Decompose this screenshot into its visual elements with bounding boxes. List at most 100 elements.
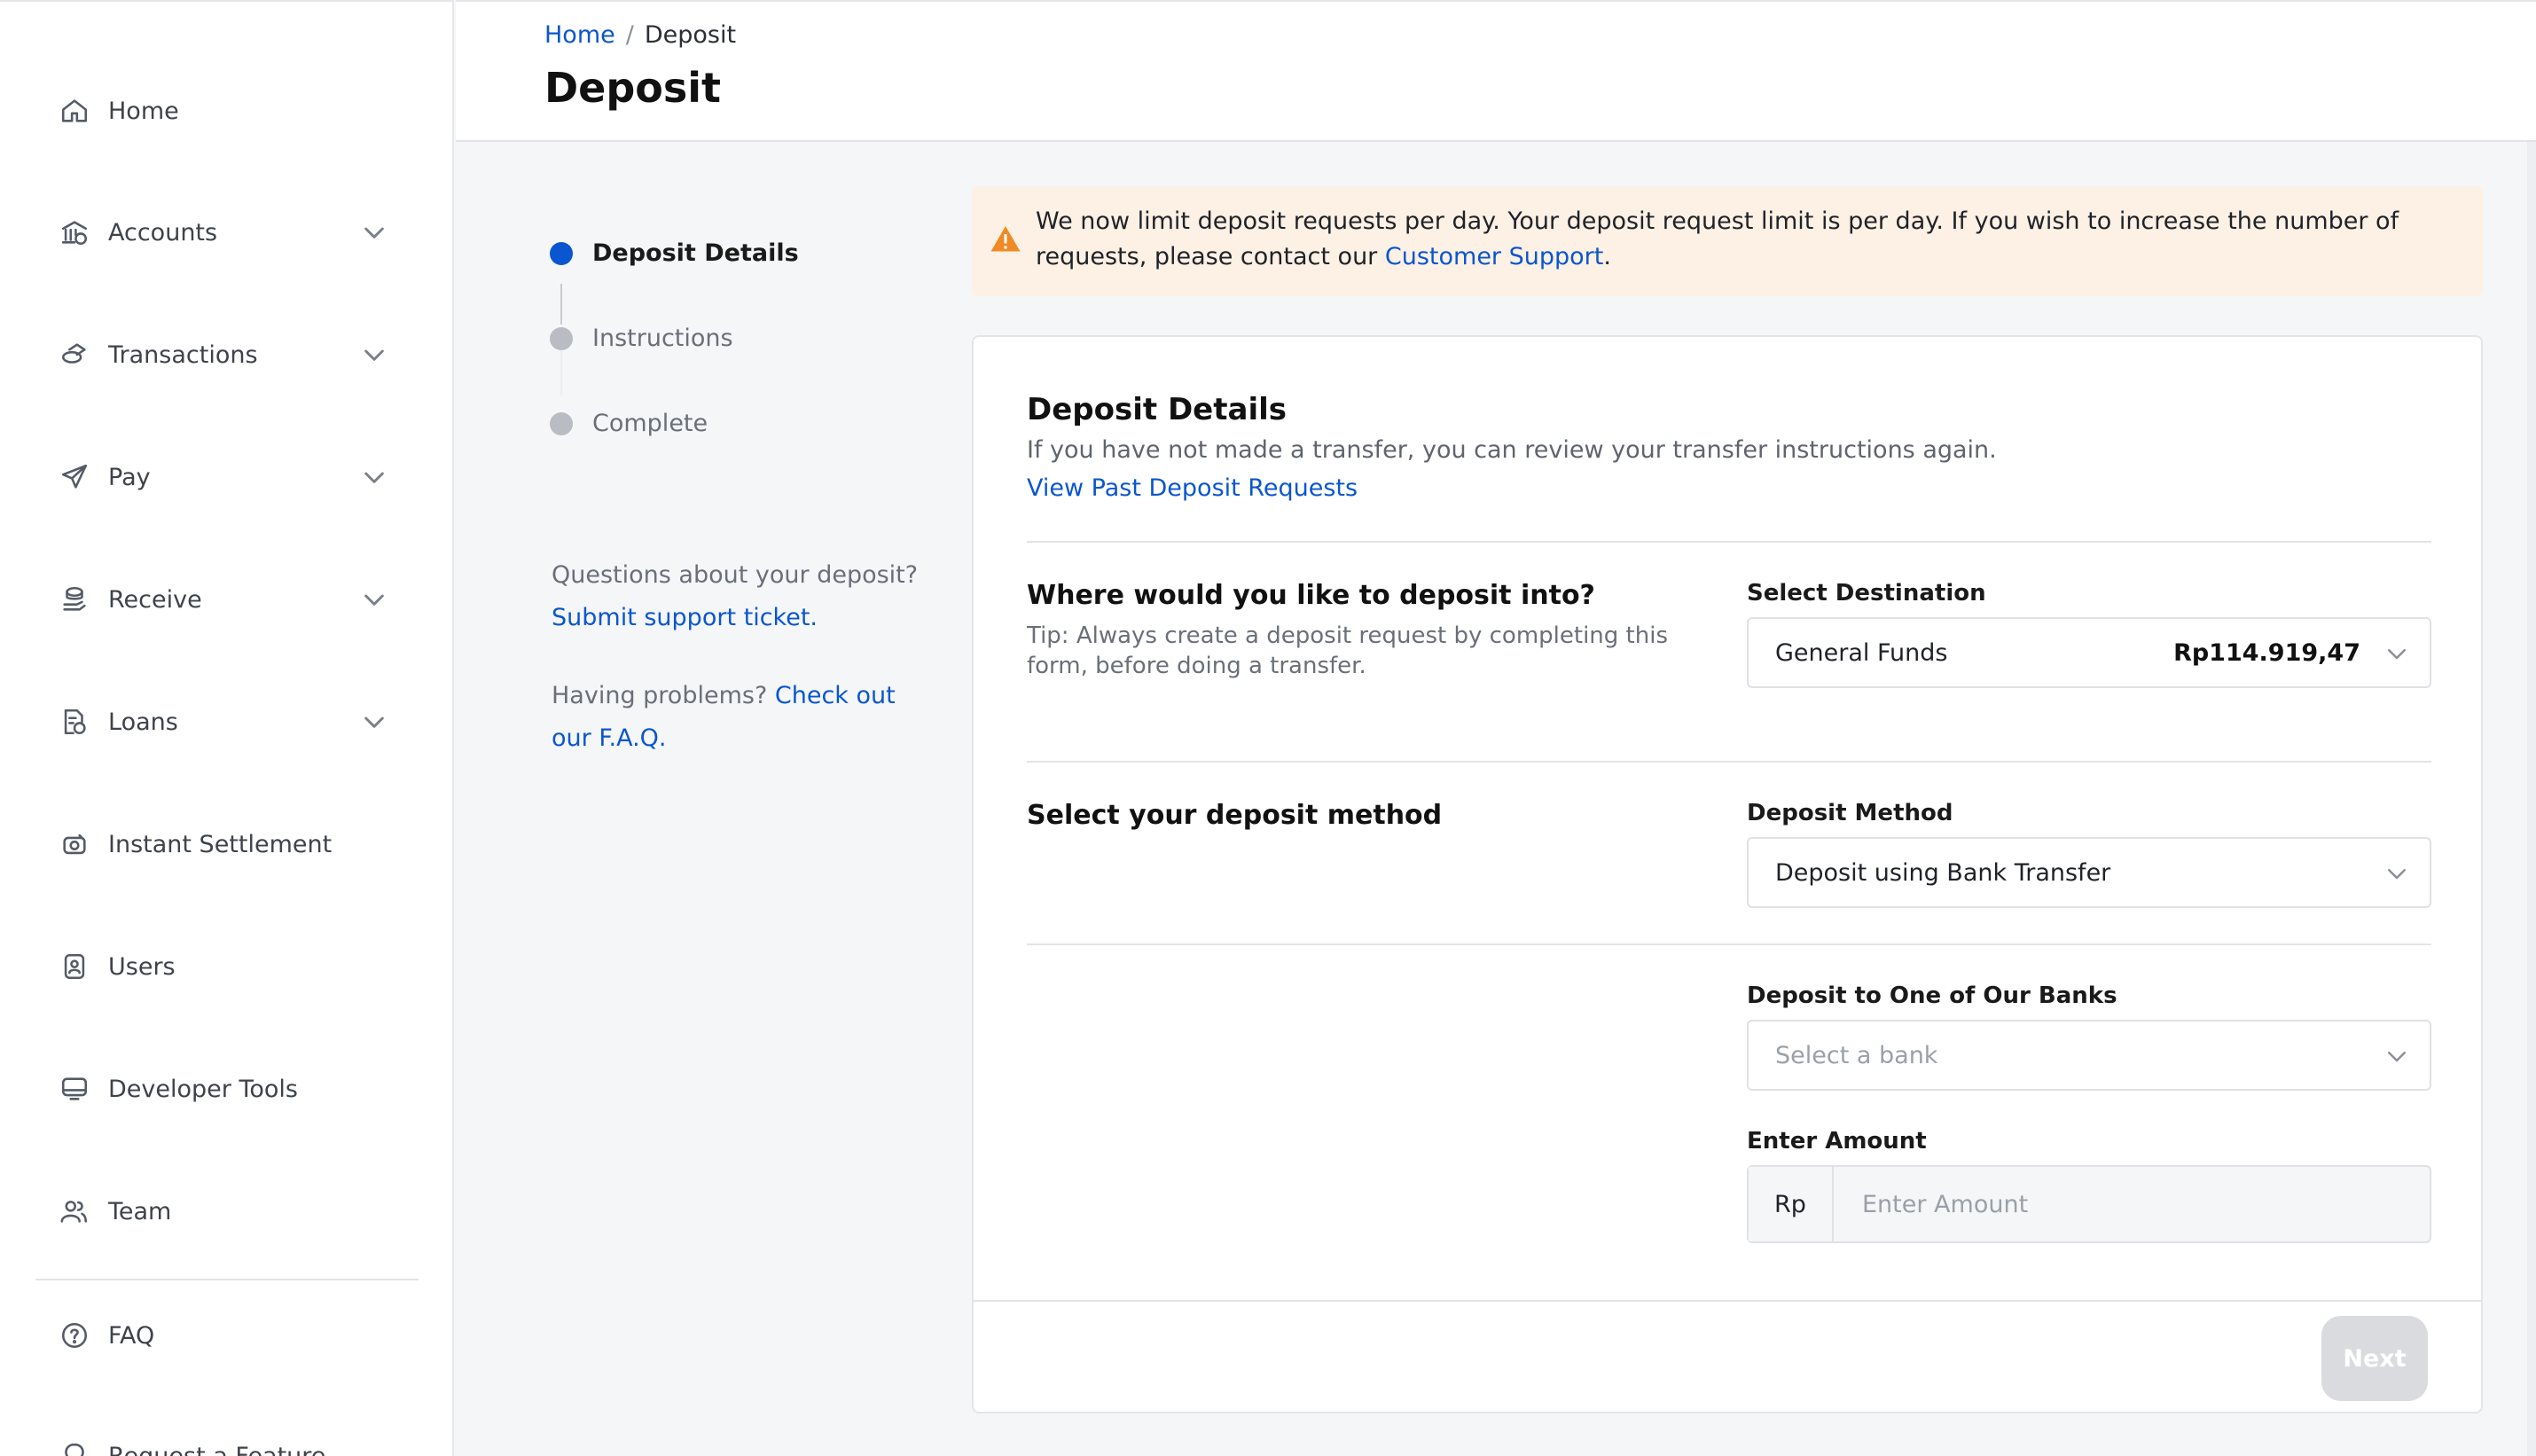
- sidebar-item-team[interactable]: Team: [59, 1185, 388, 1238]
- sidebar-item-receive[interactable]: Receive: [59, 573, 388, 626]
- chevron-down-icon[interactable]: [360, 708, 388, 736]
- step-label: Complete: [592, 410, 708, 437]
- step-dot: [550, 411, 573, 435]
- sidebar-item-pay[interactable]: Pay: [59, 450, 388, 504]
- sidebar-item-loans[interactable]: Loans: [59, 695, 388, 748]
- amount-field: Rp: [1747, 1165, 2431, 1243]
- card-footer-divider: [974, 1300, 2481, 1302]
- deposit-method-select[interactable]: Deposit using Bank Transfer: [1747, 837, 2431, 908]
- sidebar-item-label: Home: [108, 97, 179, 125]
- step-label: Deposit Details: [592, 239, 799, 267]
- alert-suffix: .: [1603, 243, 1611, 270]
- bank-placeholder: Select a bank: [1775, 1041, 1938, 1069]
- help-problems-text: Having problems?: [552, 682, 768, 709]
- users-icon: [59, 951, 90, 982]
- receive-icon: [59, 583, 90, 615]
- sidebar-item-home[interactable]: Home: [59, 84, 388, 137]
- section-divider: [1027, 541, 2431, 543]
- breadcrumb-separator: /: [625, 21, 634, 49]
- chevron-down-icon[interactable]: [360, 218, 388, 247]
- bank-icon: [59, 216, 90, 248]
- sidebar-item-label: Request a Feature: [108, 1442, 326, 1456]
- destination-select[interactable]: General Funds Rp114.919,47: [1747, 617, 2431, 688]
- deposit-details-card: Deposit Details If you have not made a t…: [972, 335, 2483, 1413]
- step-dot: [550, 326, 573, 350]
- step-connector: [560, 346, 562, 395]
- destination-value: General Funds: [1775, 638, 1948, 667]
- sidebar-item-label: Loans: [108, 708, 178, 736]
- sidebar-item-label: FAQ: [108, 1321, 155, 1350]
- section-divider: [1027, 761, 2431, 763]
- sidebar-item-label: Accounts: [108, 218, 218, 247]
- step-complete: Complete: [550, 410, 708, 437]
- amount-input[interactable]: [1834, 1167, 2430, 1241]
- bank-select[interactable]: Select a bank: [1747, 1020, 2431, 1091]
- view-past-deposits-link[interactable]: View Past Deposit Requests: [1027, 474, 1358, 502]
- customer-support-link[interactable]: Customer Support: [1385, 243, 1603, 270]
- currency-prefix: Rp: [1749, 1167, 1834, 1241]
- sidebar-item-label: Receive: [108, 585, 202, 614]
- step-instructions: Instructions: [550, 325, 733, 352]
- breadcrumb: Home / Deposit: [544, 21, 736, 49]
- chevron-down-icon[interactable]: [360, 463, 388, 491]
- submit-support-ticket-link[interactable]: Submit support ticket.: [552, 604, 818, 631]
- method-section-title: Select your deposit method: [1027, 800, 1443, 831]
- help-question: Questions about your deposit?: [552, 561, 919, 589]
- page-title: Deposit: [544, 64, 722, 112]
- chevron-down-icon: [2383, 860, 2410, 887]
- loans-icon: [59, 706, 90, 738]
- step-active-dot: [550, 241, 573, 265]
- home-icon: [59, 95, 90, 127]
- destination-label: Select Destination: [1747, 580, 1986, 607]
- scrollbar-track[interactable]: [2527, 142, 2536, 1456]
- warning-icon: [990, 226, 1021, 252]
- sidebar-item-label: Instant Settlement: [108, 830, 333, 858]
- card-title: Deposit Details: [1027, 392, 1287, 427]
- help-circle-icon: [59, 1319, 90, 1351]
- monitor-icon: [59, 1073, 90, 1105]
- sidebar-item-label: Transactions: [108, 341, 258, 369]
- sidebar-item-request-feature[interactable]: Request a Feature: [59, 1429, 388, 1456]
- method-value: Deposit using Bank Transfer: [1775, 858, 2111, 887]
- sidebar-item-accounts[interactable]: Accounts: [59, 206, 388, 259]
- card-subtitle: If you have not made a transfer, you can…: [1027, 436, 1997, 464]
- sidebar-divider: [35, 1279, 419, 1280]
- sidebar-item-developer-tools[interactable]: Developer Tools: [59, 1062, 388, 1115]
- step-deposit-details: Deposit Details: [550, 239, 799, 267]
- help-block: Questions about your deposit? Submit sup…: [552, 554, 942, 760]
- team-icon: [59, 1195, 90, 1227]
- step-label: Instructions: [592, 325, 733, 352]
- sidebar-item-label: Developer Tools: [108, 1075, 298, 1103]
- sidebar-item-instant-settlement[interactable]: Instant Settlement: [59, 818, 388, 871]
- send-icon: [59, 461, 90, 493]
- chevron-down-icon[interactable]: [360, 585, 388, 614]
- page-header: Home / Deposit Deposit: [456, 0, 2536, 142]
- sidebar-item-users[interactable]: Users: [59, 940, 388, 993]
- sidebar-item-faq[interactable]: FAQ: [59, 1309, 388, 1362]
- deposit-limit-alert: We now limit deposit requests per day. Y…: [972, 186, 2483, 296]
- amount-label: Enter Amount: [1747, 1128, 1927, 1155]
- next-button[interactable]: Next: [2321, 1316, 2428, 1401]
- sidebar-item-label: Users: [108, 952, 176, 981]
- destination-tip: Tip: Always create a deposit request by …: [1027, 622, 1668, 679]
- chevron-down-icon[interactable]: [360, 341, 388, 369]
- sidebar-item-label: Pay: [108, 463, 151, 491]
- destination-section-title: Where would you like to deposit into?: [1027, 580, 1595, 611]
- lightbulb-icon: [59, 1440, 90, 1456]
- sidebar: Home Accounts Transactions Pay Receive L…: [0, 0, 454, 1456]
- breadcrumb-current: Deposit: [644, 21, 737, 49]
- chevron-down-icon: [2383, 1043, 2410, 1069]
- breadcrumb-home-link[interactable]: Home: [544, 21, 615, 49]
- method-label: Deposit Method: [1747, 800, 1953, 826]
- bank-label: Deposit to One of Our Banks: [1747, 982, 2117, 1009]
- transactions-icon: [59, 339, 90, 371]
- alert-text: We now limit deposit requests per day. Y…: [1036, 207, 2399, 270]
- section-divider: [1027, 943, 2431, 945]
- settlement-icon: [59, 828, 90, 860]
- step-connector: [560, 284, 562, 325]
- sidebar-item-transactions[interactable]: Transactions: [59, 328, 388, 381]
- chevron-down-icon: [2383, 640, 2410, 667]
- destination-balance: Rp114.919,47: [2173, 638, 2360, 667]
- sidebar-item-label: Team: [108, 1197, 172, 1225]
- app-root: Home Accounts Transactions Pay Receive L…: [0, 0, 2536, 1456]
